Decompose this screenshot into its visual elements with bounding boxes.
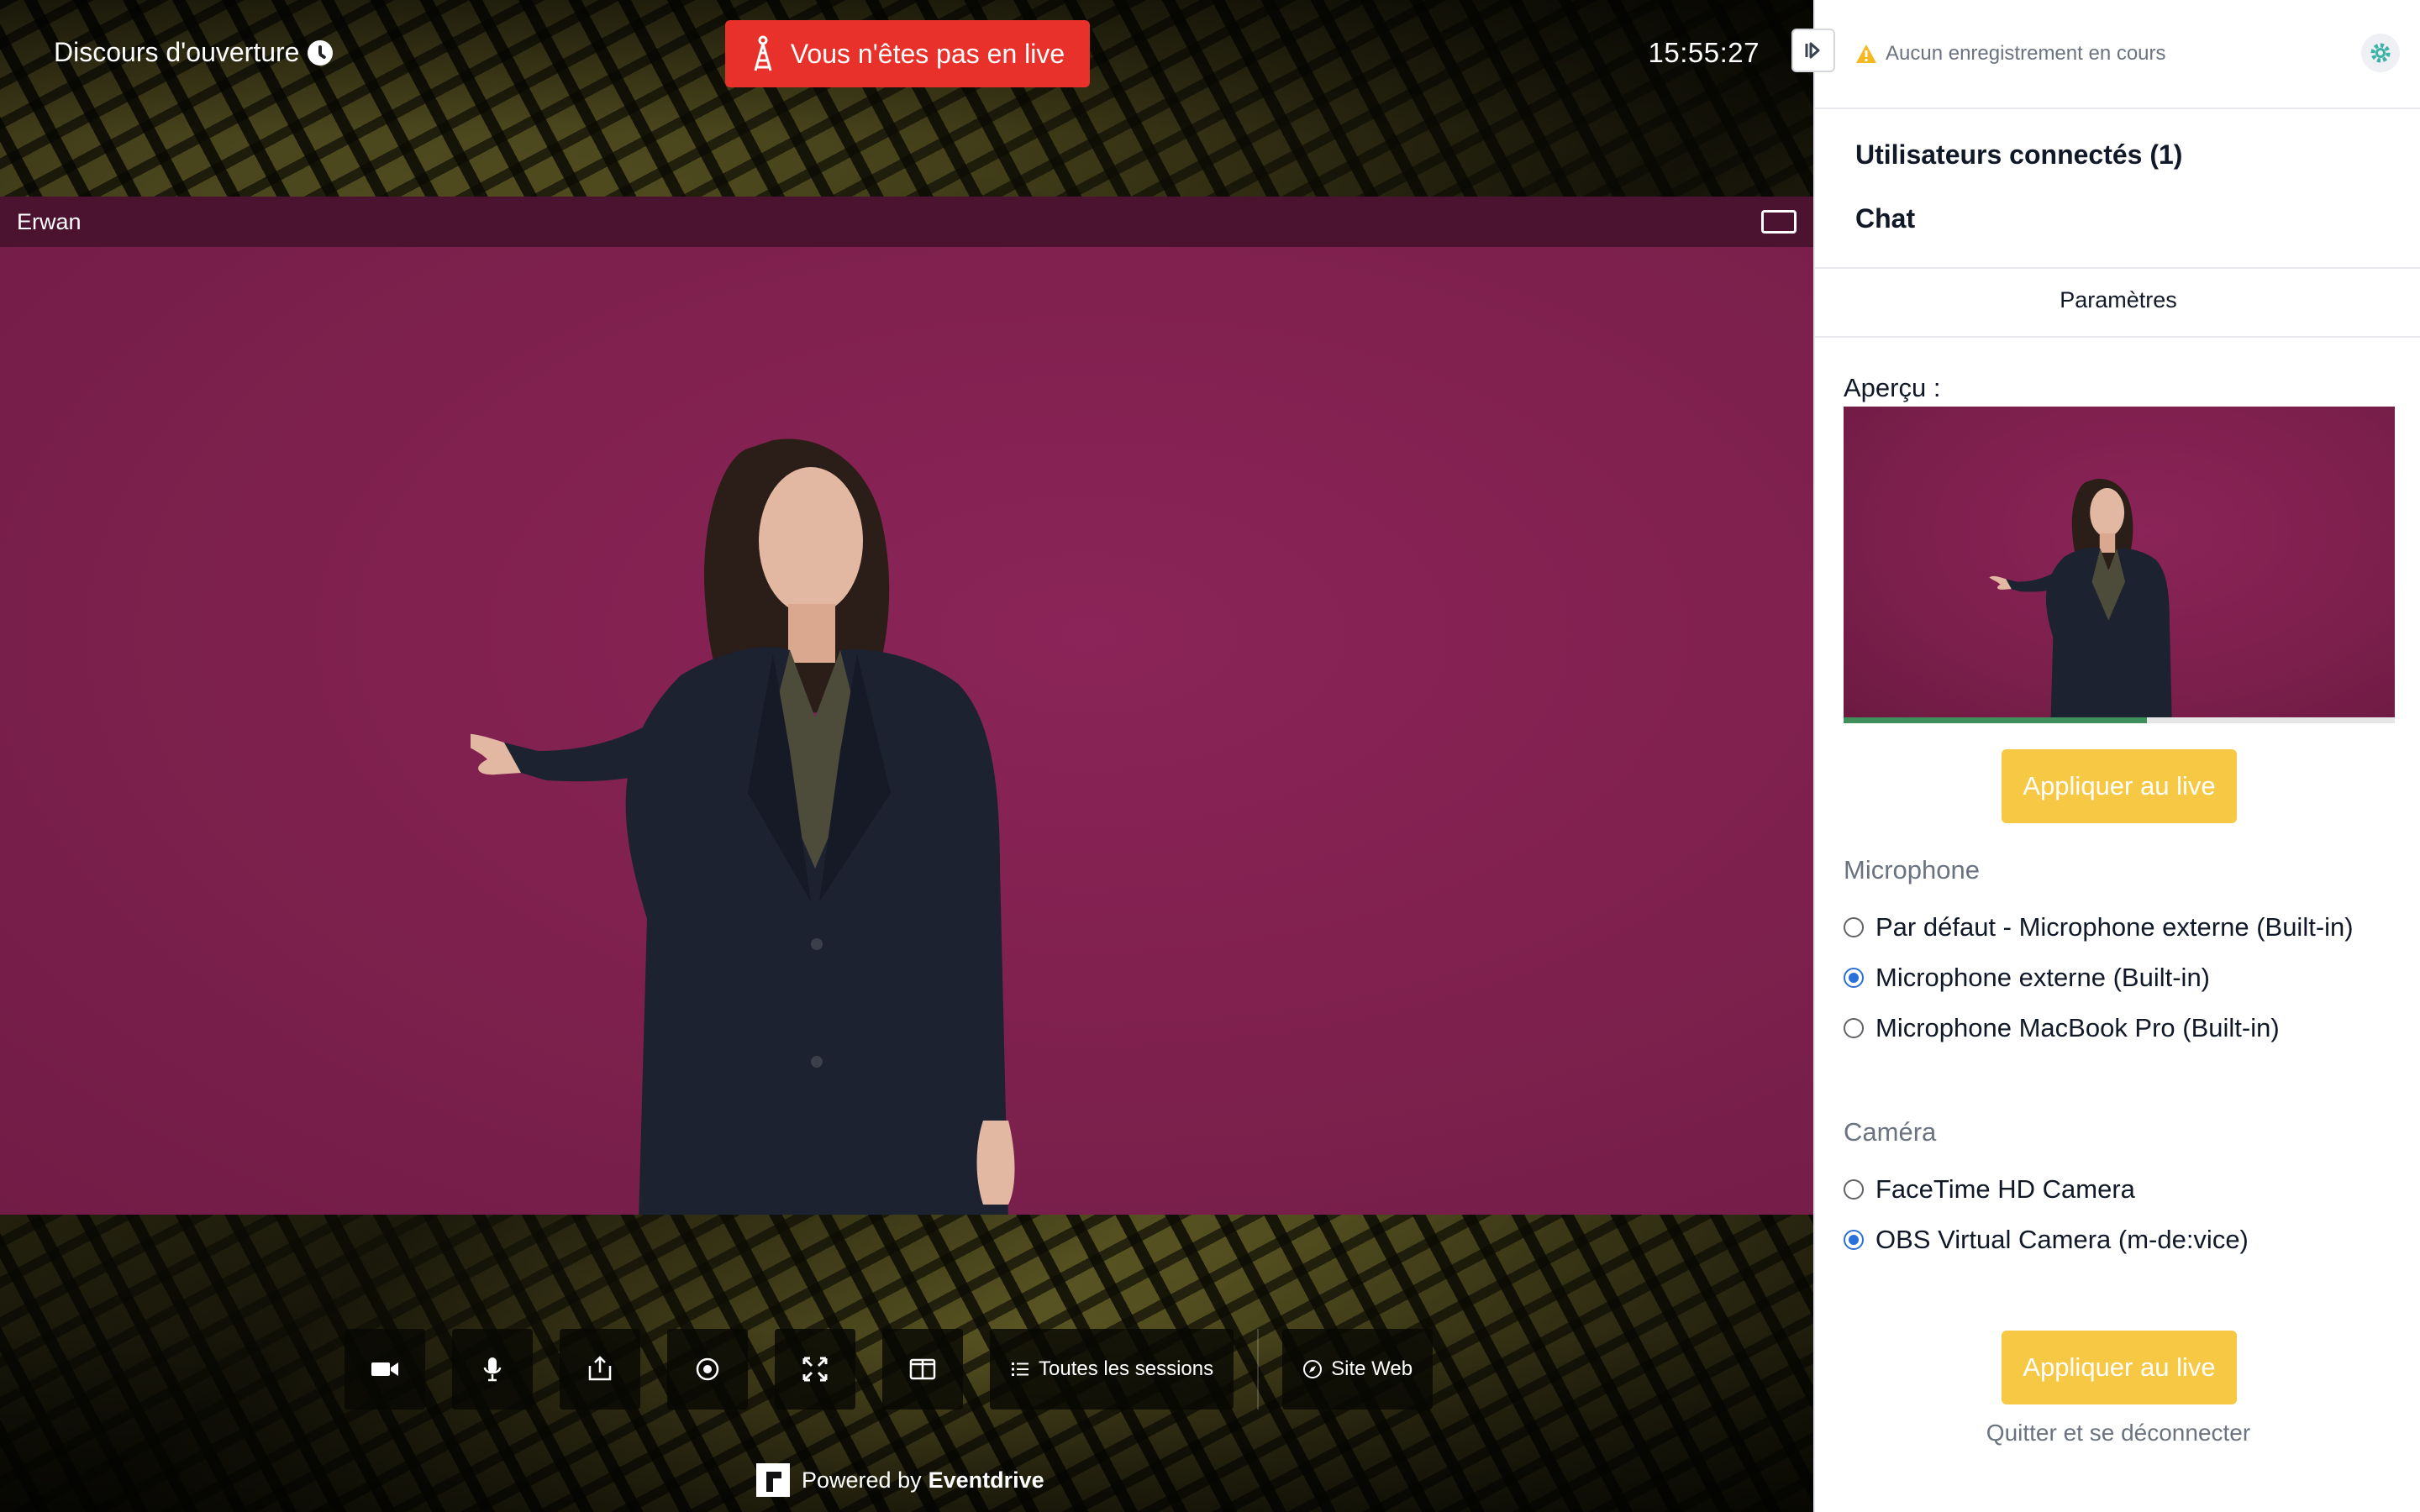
connected-users-link[interactable]: Utilisateurs connectés (1) [1855, 139, 2182, 171]
current-time: 15:55:27 [1648, 37, 1760, 68]
layout-button[interactable] [882, 1329, 963, 1410]
columns-icon [909, 1358, 936, 1380]
session-title-text: Discours d'ouverture [54, 37, 300, 67]
live-status-text: Vous n'êtes pas en live [790, 38, 1065, 69]
recording-status: Aucun enregistrement en cours [1855, 42, 2166, 66]
fullscreen-button[interactable] [775, 1329, 855, 1410]
powered-by: Powered by Eventdrive [756, 1463, 1044, 1497]
collapse-arrow-icon [1805, 42, 1820, 59]
microphone-radio[interactable] [1844, 917, 1864, 937]
apply-to-live-button-preview[interactable]: Appliquer au live [2002, 749, 2237, 823]
chat-link[interactable]: Chat [1855, 203, 1915, 234]
microphone-group-title: Microphone [1844, 855, 1980, 885]
record-button[interactable] [667, 1329, 748, 1410]
session-title: Discours d'ouverture [54, 37, 334, 68]
video-header: Erwan [0, 197, 1813, 247]
brand-name: Eventdrive [928, 1467, 1044, 1493]
camera-preview [1844, 407, 2395, 717]
camera-group-title: Caméra [1844, 1117, 1937, 1147]
website-button[interactable]: Site Web [1282, 1329, 1434, 1410]
video-panel: Erwan [0, 197, 1813, 1215]
audio-level-meter [1844, 717, 2395, 723]
stage-area: Discours d'ouverture Vous n'êtes pas en … [0, 0, 1813, 1512]
camera-option-label: OBS Virtual Camera (m-de:vice) [1876, 1225, 2249, 1254]
camera-radio[interactable] [1844, 1230, 1864, 1250]
microphone-option[interactable]: Microphone externe (Built-in) [1844, 963, 2210, 993]
all-sessions-button[interactable]: Toutes les sessions [990, 1329, 1234, 1410]
preview-presenter-figure [1989, 478, 2172, 717]
warning-icon [1856, 45, 1876, 63]
microphone-radio[interactable] [1844, 968, 1864, 988]
microphone-option-label: Par défaut - Microphone externe (Built-i… [1876, 912, 2354, 942]
control-bar: Toutes les sessions Site Web [345, 1329, 1434, 1410]
camera-option[interactable]: OBS Virtual Camera (m-de:vice) [1844, 1225, 2249, 1255]
quit-and-logout-link[interactable]: Quitter et se déconnecter [1815, 1420, 2420, 1446]
control-separator [1257, 1329, 1260, 1410]
camera-radio[interactable] [1844, 1179, 1864, 1200]
nav-divider [1815, 267, 2420, 269]
all-sessions-label: Toutes les sessions [1039, 1357, 1214, 1380]
gear-icon [2370, 43, 2391, 63]
tab-divider [1815, 336, 2420, 338]
video-camera-icon [371, 1362, 398, 1376]
live-status-badge: Vous n'êtes pas en live [725, 20, 1090, 87]
microphone-toggle-button[interactable] [452, 1329, 533, 1410]
camera-toggle-button[interactable] [345, 1329, 425, 1410]
apply-to-live-button-devices[interactable]: Appliquer au live [2002, 1331, 2237, 1404]
microphone-option-label: Microphone MacBook Pro (Built-in) [1876, 1013, 2280, 1042]
microphone-option[interactable]: Microphone MacBook Pro (Built-in) [1844, 1013, 2280, 1043]
microphone-radio[interactable] [1844, 1018, 1864, 1038]
website-label: Site Web [1331, 1357, 1413, 1380]
audio-level-fill [1844, 717, 2147, 723]
broadcast-tower-icon [754, 35, 772, 71]
camera-option-label: FaceTime HD Camera [1876, 1174, 2135, 1204]
record-icon [696, 1357, 719, 1381]
list-icon [1012, 1362, 1028, 1376]
presenter-figure [471, 438, 1015, 1215]
settings-sidebar: Aucun enregistrement en cours Utilisateu… [1791, 0, 2420, 1512]
eventdrive-logo [756, 1463, 790, 1497]
header-divider [1815, 108, 2420, 109]
expand-icon [802, 1357, 828, 1382]
powered-prefix: Powered by [802, 1467, 922, 1493]
screen-share-button[interactable] [560, 1329, 640, 1410]
camera-option[interactable]: FaceTime HD Camera [1844, 1174, 2135, 1205]
clock-icon[interactable] [308, 39, 334, 66]
participant-name: Erwan [17, 208, 82, 234]
microphone-option[interactable]: Par défaut - Microphone externe (Built-i… [1844, 912, 2354, 942]
settings-button[interactable] [2361, 34, 2400, 72]
tab-settings[interactable]: Paramètres [1815, 287, 2420, 313]
preview-label: Aperçu : [1844, 373, 1941, 402]
share-screen-icon [588, 1356, 612, 1381]
recording-status-text: Aucun enregistrement en cours [1886, 42, 2166, 65]
compass-icon [1303, 1360, 1323, 1378]
collapse-sidebar-button[interactable] [1791, 29, 1835, 72]
picture-in-picture-icon[interactable] [1761, 210, 1797, 234]
video-feed [0, 247, 1813, 1215]
microphone-icon [483, 1357, 502, 1382]
microphone-option-label: Microphone externe (Built-in) [1876, 963, 2211, 992]
